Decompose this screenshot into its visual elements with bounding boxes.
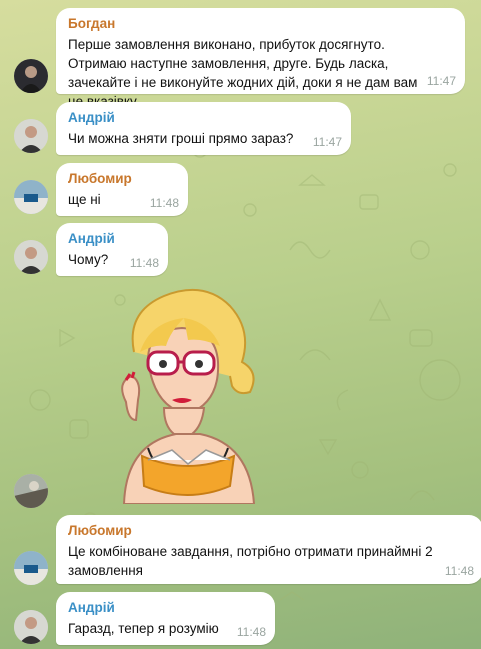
message-bubble: Андрій Чи можна зняти гроші прямо зараз?… <box>56 102 351 155</box>
message-bubble: Богдан Перше замовлення виконано, прибут… <box>56 8 465 109</box>
sender-name[interactable]: Любомир <box>68 170 178 188</box>
message-text: Перше замовлення виконано, прибуток дося… <box>68 37 418 109</box>
avatar[interactable] <box>14 59 48 93</box>
message-text: Гаразд, тепер я розумію <box>68 621 219 636</box>
message-time: 11:47 <box>312 135 342 149</box>
message-text: Це комбіноване завдання, потрібно отрима… <box>68 544 433 578</box>
sender-name[interactable]: Любомир <box>68 522 473 540</box>
message-bubble: Андрій Гаразд, тепер я розумію 11:48 <box>56 592 275 645</box>
avatar[interactable] <box>14 610 48 644</box>
avatar[interactable] <box>14 474 48 508</box>
message-bubble: Андрій Чому? 11:48 <box>56 223 168 276</box>
sender-name[interactable]: Андрій <box>68 109 341 127</box>
avatar[interactable] <box>14 551 48 585</box>
message-time: 11:48 <box>444 564 474 578</box>
avatar[interactable] <box>14 180 48 214</box>
message-bubble: Любомир Це комбіноване завдання, потрібн… <box>56 515 481 584</box>
message-time: 11:47 <box>426 74 456 88</box>
message-time: 11:48 <box>129 256 159 270</box>
sender-name[interactable]: Богдан <box>68 15 455 33</box>
message-time: 11:48 <box>149 196 179 210</box>
message-text: Чи можна зняти гроші прямо зараз? <box>68 131 294 146</box>
woman-with-glasses-sticker[interactable] <box>104 282 272 504</box>
avatar[interactable] <box>14 119 48 153</box>
avatar[interactable] <box>14 240 48 274</box>
sender-name[interactable]: Андрій <box>68 599 265 617</box>
message-time: 11:48 <box>236 625 266 639</box>
message-bubble: Любомир ще ні 11:48 <box>56 163 188 216</box>
sender-name[interactable]: Андрій <box>68 230 158 248</box>
